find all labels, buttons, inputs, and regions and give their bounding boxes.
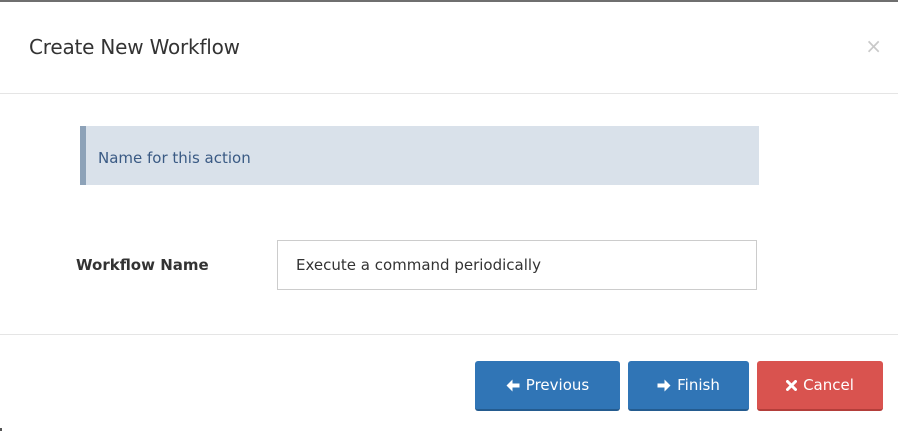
- arrow-right-icon: [657, 379, 671, 392]
- times-icon: [786, 379, 798, 391]
- previous-button-label: Previous: [525, 376, 590, 394]
- finish-button-label: Finish: [677, 376, 720, 394]
- create-workflow-dialog: Create New Workflow × Name for this acti…: [0, 0, 898, 431]
- close-icon[interactable]: ×: [865, 36, 882, 56]
- footer-divider: [0, 334, 898, 335]
- arrow-left-icon: [506, 379, 520, 392]
- workflow-name-input[interactable]: [277, 240, 757, 290]
- previous-button[interactable]: Previous: [475, 361, 620, 411]
- dialog-title: Create New Workflow: [29, 35, 240, 59]
- finish-button[interactable]: Finish: [628, 361, 749, 411]
- info-callout-text: Name for this action: [98, 149, 251, 167]
- dialog-header: Create New Workflow ×: [0, 2, 898, 94]
- cancel-button-label: Cancel: [803, 376, 854, 394]
- cancel-button[interactable]: Cancel: [757, 361, 883, 411]
- workflow-name-label: Workflow Name: [76, 256, 209, 274]
